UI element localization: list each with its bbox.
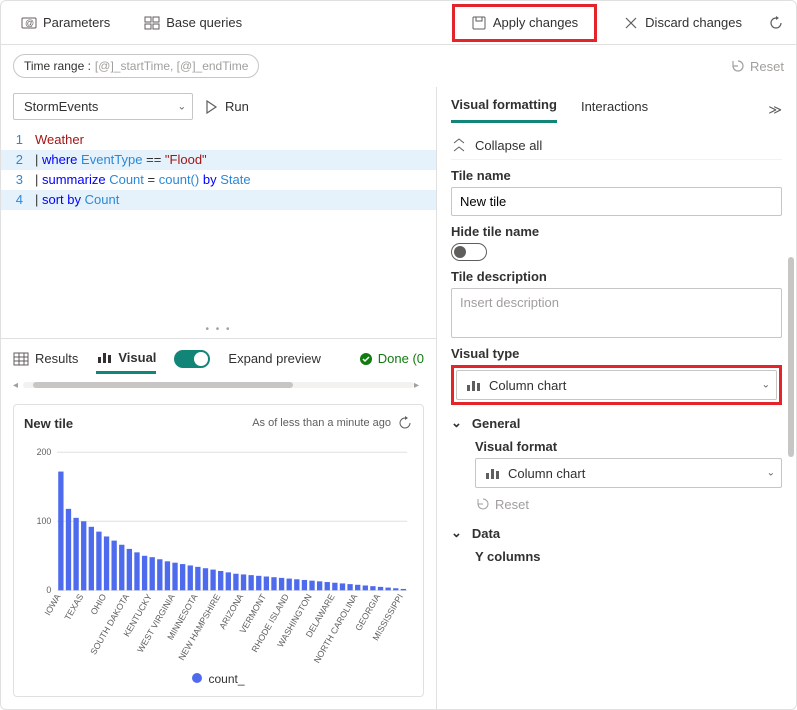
chevron-down-icon: ⌄ <box>178 101 186 112</box>
run-label: Run <box>225 99 249 114</box>
tab-results-label: Results <box>35 351 78 366</box>
section-data[interactable]: ⌄ Data <box>451 515 782 545</box>
line-number: 1 <box>1 130 35 150</box>
svg-text:0: 0 <box>46 586 51 596</box>
time-range-pill[interactable]: Time range : [@]_startTime, [@]_endTime <box>13 54 259 78</box>
svg-text:100: 100 <box>37 517 52 527</box>
parameters-icon: @ <box>21 15 37 31</box>
svg-text:@: @ <box>25 18 34 28</box>
discard-changes-button[interactable]: Discard changes <box>615 9 750 37</box>
expand-preview-toggle[interactable] <box>174 350 210 368</box>
line-number: 4 <box>1 190 35 210</box>
chevron-down-icon: ⌄ <box>762 380 770 391</box>
undo-icon <box>475 496 491 512</box>
svg-text:OHIO: OHIO <box>88 592 108 617</box>
reset-general-button[interactable]: Reset <box>475 496 529 512</box>
parameters-button[interactable]: @ Parameters <box>13 9 118 37</box>
tile-timestamp: As of less than a minute ago <box>252 415 413 431</box>
base-queries-label: Base queries <box>166 15 242 30</box>
svg-text:TEXAS: TEXAS <box>62 592 85 622</box>
svg-text:NORTH CAROLINA: NORTH CAROLINA <box>312 592 360 665</box>
visual-format-label: Visual format <box>475 439 782 454</box>
datasource-value: StormEvents <box>24 99 98 114</box>
save-icon <box>471 15 487 31</box>
column-chart-icon <box>484 465 500 481</box>
hide-tile-name-label: Hide tile name <box>451 224 782 239</box>
scroll-left-icon[interactable]: ◂ <box>13 380 23 391</box>
run-button[interactable]: Run <box>203 99 249 115</box>
base-queries-icon <box>144 15 160 31</box>
apply-changes-highlight: Apply changes <box>452 4 597 42</box>
tile-name-label: Tile name <box>451 168 782 183</box>
line-number: 3 <box>1 170 35 190</box>
base-queries-button[interactable]: Base queries <box>136 9 250 37</box>
reset-button[interactable]: Reset <box>730 58 784 74</box>
visual-type-dropdown[interactable]: Column chart ⌄ <box>456 370 777 400</box>
tab-visual-label: Visual <box>118 350 156 365</box>
visual-type-label: Visual type <box>451 346 782 361</box>
expand-panel-icon[interactable]: ≫ <box>768 102 782 118</box>
section-general[interactable]: ⌄ General <box>451 405 782 435</box>
discard-changes-label: Discard changes <box>645 15 742 30</box>
chart-tile: New tile As of less than a minute ago 0 1… <box>13 404 424 697</box>
time-range-value: [@]_startTime, [@]_endTime <box>95 59 249 73</box>
scroll-right-icon[interactable]: ▸ <box>414 380 424 391</box>
visual-format-dropdown[interactable]: Column chart ⌄ <box>475 458 782 488</box>
tile-name-input[interactable] <box>451 187 782 216</box>
chevron-down-icon: ⌄ <box>451 525 462 541</box>
chart-icon <box>96 349 112 365</box>
visual-type-highlight: Column chart ⌄ <box>451 365 782 405</box>
svg-text:NEW HAMPSHIRE: NEW HAMPSHIRE <box>176 592 222 662</box>
column-chart: 0100200IOWATEXASOHIOSOUTH DAKOTAKENTUCKY… <box>24 441 413 668</box>
datasource-dropdown[interactable]: StormEvents ⌄ <box>13 93 193 120</box>
tab-interactions[interactable]: Interactions <box>581 99 648 122</box>
svg-text:200: 200 <box>37 447 52 457</box>
chart-legend: count_ <box>24 672 413 686</box>
apply-changes-label: Apply changes <box>493 15 578 30</box>
apply-changes-button[interactable]: Apply changes <box>463 9 586 37</box>
y-columns-label: Y columns <box>475 549 782 564</box>
collapse-all-button[interactable]: Collapse all <box>451 131 782 160</box>
collapse-icon <box>451 137 467 153</box>
tab-visual-formatting[interactable]: Visual formatting <box>451 97 557 123</box>
reset-label: Reset <box>750 59 784 74</box>
play-icon <box>203 99 219 115</box>
splitter-handle[interactable]: • • • <box>1 324 436 338</box>
tab-results[interactable]: Results <box>13 345 78 373</box>
svg-text:IOWA: IOWA <box>42 592 62 617</box>
column-chart-icon <box>465 377 481 393</box>
chevron-down-icon: ⌄ <box>767 468 775 479</box>
status-done: Done (0 <box>358 351 424 367</box>
undo-icon <box>730 58 746 74</box>
vertical-scrollbar[interactable] <box>788 257 794 457</box>
legend-dot-icon <box>192 673 202 683</box>
table-icon <box>13 351 29 367</box>
tile-title: New tile <box>24 416 73 431</box>
time-range-label: Time range : <box>24 59 91 73</box>
expand-preview-label: Expand preview <box>228 351 321 366</box>
refresh-icon[interactable] <box>768 15 784 31</box>
tab-visual[interactable]: Visual <box>96 343 156 374</box>
tile-description-input[interactable]: Insert description <box>451 288 782 338</box>
chevron-down-icon: ⌄ <box>451 415 462 431</box>
line-number: 2 <box>1 150 35 170</box>
hide-tile-name-toggle[interactable] <box>451 243 487 261</box>
check-circle-icon <box>358 351 374 367</box>
query-editor[interactable]: 1Weather 2| where EventType == "Flood" 3… <box>1 126 436 220</box>
tile-description-label: Tile description <box>451 269 782 284</box>
parameters-label: Parameters <box>43 15 110 30</box>
horizontal-scrollbar[interactable]: ◂ ▸ <box>1 378 436 392</box>
close-icon <box>623 15 639 31</box>
refresh-small-icon[interactable] <box>397 415 413 431</box>
